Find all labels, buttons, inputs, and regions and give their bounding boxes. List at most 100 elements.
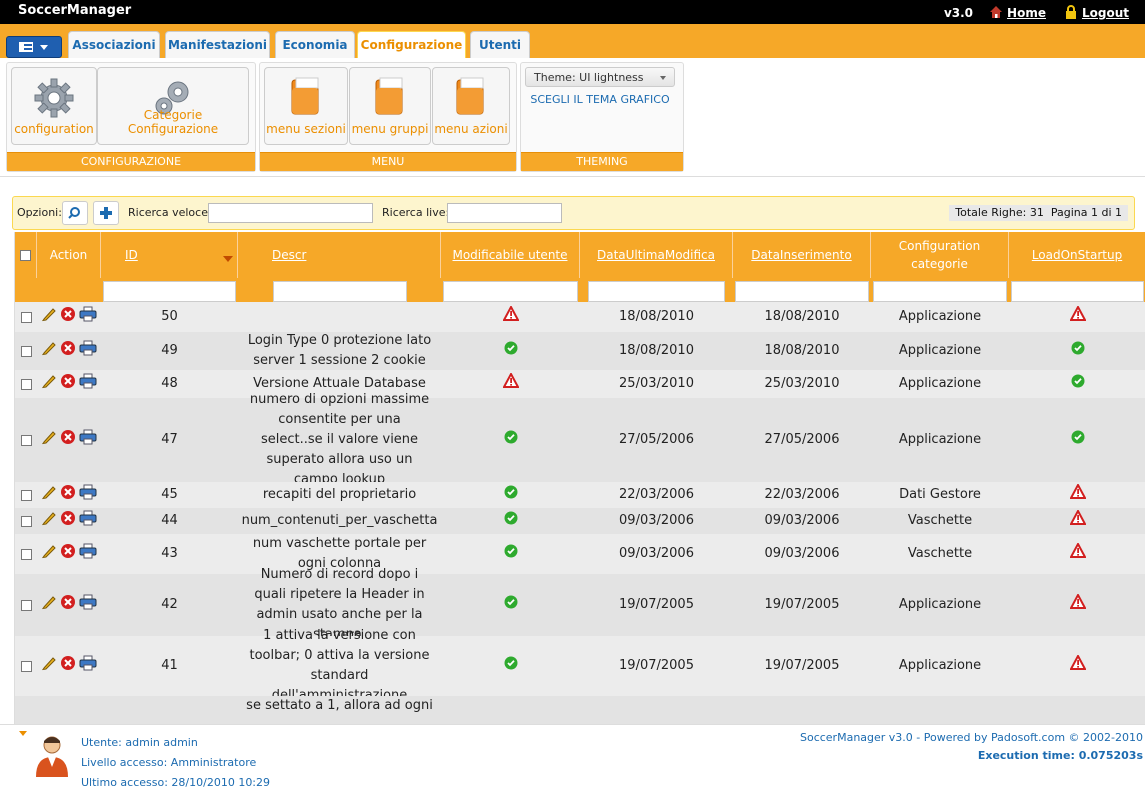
- delete-icon[interactable]: [60, 594, 76, 617]
- id-cell: 48: [161, 376, 178, 391]
- data-inserimento-cell: [733, 696, 871, 724]
- edit-pencil-icon[interactable]: [41, 429, 57, 452]
- row-checkbox[interactable]: [20, 489, 32, 501]
- top-bar-links: v3.0 Home Logout: [944, 5, 1129, 20]
- header-data-ultima-modifica-label: DataUltimaModifica: [596, 248, 715, 262]
- search-button[interactable]: [62, 201, 88, 225]
- edit-pencil-icon[interactable]: [41, 373, 57, 396]
- data-ultima-modifica-cell: 09/03/2006: [619, 513, 694, 528]
- tab-manifestazioni[interactable]: Manifestazioni: [165, 31, 270, 58]
- edit-pencil-icon[interactable]: [41, 306, 57, 329]
- logout-link-label[interactable]: Logout: [1082, 6, 1129, 20]
- filter-modificabile-cell: [441, 278, 580, 302]
- live-search-input[interactable]: [447, 203, 562, 223]
- tab-economia[interactable]: Economia: [275, 31, 355, 58]
- filter-load-cell: [1009, 278, 1145, 302]
- logout-link[interactable]: Logout: [1064, 5, 1129, 20]
- row-checkbox[interactable]: [20, 660, 32, 672]
- delete-icon[interactable]: [60, 484, 76, 507]
- row-checkbox[interactable]: [20, 599, 32, 611]
- delete-icon[interactable]: [60, 655, 76, 678]
- home-link-label[interactable]: Home: [1007, 6, 1046, 20]
- tab-associazioni[interactable]: Associazioni: [68, 31, 160, 58]
- chevron-down-icon[interactable]: [19, 731, 27, 736]
- configuration-button[interactable]: configuration: [11, 67, 97, 145]
- filter-categorie-input[interactable]: [873, 281, 1007, 302]
- main-menu-button[interactable]: [6, 36, 62, 58]
- row-checkbox[interactable]: [20, 311, 32, 323]
- delete-icon[interactable]: [60, 429, 76, 452]
- edit-pencil-icon[interactable]: [41, 594, 57, 617]
- header-id[interactable]: ID: [101, 232, 238, 278]
- folder-icon: [375, 77, 403, 115]
- choose-theme-link[interactable]: SCEGLI IL TEMA GRAFICO: [525, 91, 675, 127]
- filter-data-ultima-cell: [586, 278, 727, 302]
- data-inserimento-cell: 22/03/2006: [764, 487, 840, 502]
- categorie-configurazione-button[interactable]: Categorie Configurazione: [97, 67, 249, 145]
- last-access: Ultimo accesso: 28/10/2010 10:29: [81, 776, 271, 789]
- row-checkbox[interactable]: [20, 434, 32, 446]
- home-link[interactable]: Home: [989, 5, 1046, 20]
- select-all-checkbox[interactable]: [20, 249, 31, 261]
- row-checkbox[interactable]: [20, 548, 32, 560]
- print-icon[interactable]: [79, 594, 97, 617]
- delete-icon[interactable]: [60, 340, 76, 363]
- app-version: v3.0: [943, 5, 974, 20]
- filter-load-input[interactable]: [1011, 281, 1144, 302]
- row-actions: [37, 696, 101, 724]
- menu-azioni-button[interactable]: menu azioni: [432, 67, 510, 145]
- print-icon[interactable]: [79, 373, 97, 396]
- delete-icon[interactable]: [60, 306, 76, 329]
- row-select-cell: [15, 696, 37, 724]
- filter-id-input[interactable]: [103, 281, 236, 302]
- print-icon[interactable]: [79, 655, 97, 678]
- row-actions: [37, 574, 101, 636]
- header-modificabile[interactable]: Modificabile utente: [441, 232, 580, 278]
- header-descr[interactable]: Descr: [238, 232, 441, 278]
- tab-configurazione[interactable]: Configurazione: [357, 31, 466, 59]
- print-icon[interactable]: [79, 429, 97, 452]
- print-icon[interactable]: [79, 340, 97, 363]
- delete-icon[interactable]: [60, 543, 76, 566]
- modificabile-cell: [441, 482, 580, 508]
- print-icon[interactable]: [79, 306, 97, 329]
- filter-categorie-cell: [871, 278, 1009, 302]
- quick-search-input[interactable]: [208, 203, 373, 223]
- row-actions: [37, 534, 101, 574]
- edit-pencil-icon[interactable]: [41, 510, 57, 533]
- header-data-inserimento-label: DataInserimento: [751, 248, 852, 262]
- tab-strip: Associazioni Manifestazioni Economia Con…: [0, 24, 1145, 59]
- filter-descr-input[interactable]: [273, 281, 407, 302]
- check-circle-icon: [504, 485, 518, 506]
- print-icon[interactable]: [79, 543, 97, 566]
- filter-row: [15, 278, 1145, 302]
- check-circle-icon: [504, 595, 518, 616]
- edit-pencil-icon[interactable]: [41, 655, 57, 678]
- tab-utenti[interactable]: Utenti: [470, 31, 530, 58]
- check-circle-icon: [504, 341, 518, 362]
- menu-sezioni-button[interactable]: menu sezioni: [264, 67, 348, 145]
- filter-data-ins-input[interactable]: [735, 281, 869, 302]
- header-data-inserimento[interactable]: DataInserimento: [733, 232, 871, 278]
- id-cell: 42: [161, 597, 178, 612]
- edit-pencil-icon[interactable]: [41, 543, 57, 566]
- delete-icon[interactable]: [60, 510, 76, 533]
- row-checkbox[interactable]: [20, 345, 32, 357]
- options-label: Opzioni:: [17, 206, 62, 219]
- edit-pencil-icon[interactable]: [41, 340, 57, 363]
- menu-gruppi-button[interactable]: menu gruppi: [349, 67, 431, 145]
- edit-pencil-icon[interactable]: [41, 484, 57, 507]
- theme-select[interactable]: Theme: UI lightness: [525, 67, 675, 87]
- row-checkbox[interactable]: [20, 378, 32, 390]
- filter-modificabile-input[interactable]: [443, 281, 578, 302]
- print-icon[interactable]: [79, 510, 97, 533]
- print-icon[interactable]: [79, 484, 97, 507]
- load-on-startup-cell: [1009, 574, 1145, 636]
- filter-data-ultima-input[interactable]: [588, 281, 725, 302]
- delete-icon[interactable]: [60, 373, 76, 396]
- header-configuration-categorie[interactable]: Configuration categorie: [871, 232, 1009, 278]
- header-load-on-startup[interactable]: LoadOnStartup: [1009, 232, 1145, 278]
- row-checkbox[interactable]: [20, 515, 32, 527]
- add-button[interactable]: [93, 201, 119, 225]
- header-data-ultima-modifica[interactable]: DataUltimaModifica: [580, 232, 733, 278]
